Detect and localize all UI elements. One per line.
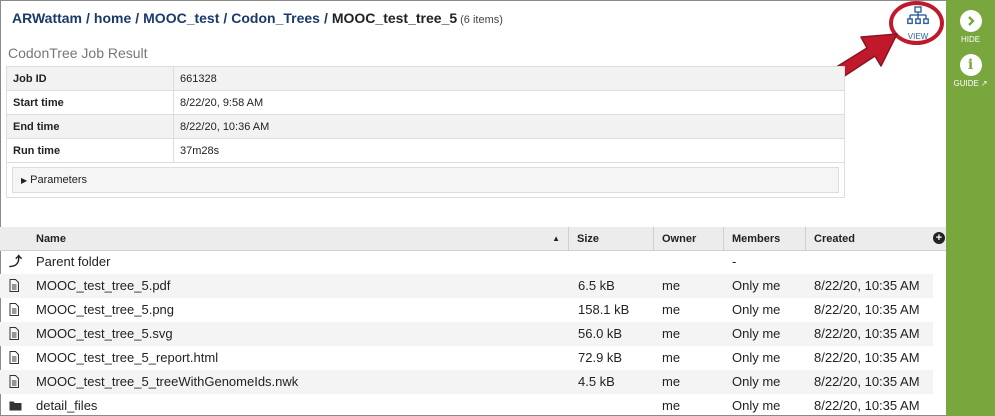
table-row[interactable]: MOOC_test_tree_5.png 158.1 kB me Only me… bbox=[0, 298, 933, 322]
add-column-icon[interactable]: + bbox=[933, 232, 945, 244]
job-info-row: Run time 37m28s bbox=[6, 138, 845, 163]
caret-right-icon: ▶ bbox=[21, 176, 28, 185]
hide-button[interactable]: HIDE bbox=[946, 10, 995, 44]
file-icon bbox=[9, 298, 23, 322]
parameters-label: Parameters bbox=[30, 174, 88, 186]
file-icon bbox=[9, 346, 23, 370]
table-row[interactable]: MOOC_test_tree_5.svg 56.0 kB me Only me … bbox=[0, 322, 933, 346]
breadcrumb-item-codon-trees[interactable]: Codon_Trees bbox=[231, 10, 320, 26]
file-created: 8/22/20, 10:35 AM bbox=[814, 278, 920, 293]
file-created: 8/22/20, 10:35 AM bbox=[814, 374, 920, 389]
file-name: MOOC_test_tree_5.png bbox=[36, 302, 175, 317]
job-info-row: Start time 8/22/20, 9:58 AM bbox=[6, 90, 845, 115]
file-icon bbox=[9, 322, 23, 346]
file-created: 8/22/20, 10:35 AM bbox=[814, 350, 920, 365]
run-time-value: 37m28s bbox=[173, 138, 845, 163]
hide-label: HIDE bbox=[960, 35, 981, 44]
column-header-name[interactable]: Name ▲ bbox=[28, 227, 569, 251]
parent-folder-members: - bbox=[732, 254, 737, 269]
folder-created: 8/22/20, 10:35 AM bbox=[814, 398, 920, 413]
file-members: Only me bbox=[732, 302, 781, 317]
file-owner: me bbox=[662, 326, 681, 341]
file-owner: me bbox=[662, 278, 681, 293]
file-owner: me bbox=[662, 302, 681, 317]
table-row[interactable]: MOOC_test_tree_5.pdf 6.5 kB me Only me 8… bbox=[0, 274, 933, 298]
parent-folder-name: Parent folder bbox=[36, 254, 111, 269]
column-header-owner-label: Owner bbox=[662, 233, 697, 245]
file-size: 6.5 kB bbox=[578, 278, 615, 293]
parent-folder-row[interactable]: ⤴ Parent folder - bbox=[0, 250, 933, 274]
job-result-title: CodonTree Job Result bbox=[8, 45, 148, 61]
breadcrumb-item-mooc-test[interactable]: MOOC_test bbox=[143, 10, 219, 26]
column-header-created[interactable]: Created bbox=[806, 227, 931, 251]
file-icon bbox=[9, 370, 23, 394]
guide-label: GUIDE bbox=[953, 79, 979, 88]
file-created: 8/22/20, 10:35 AM bbox=[814, 302, 920, 317]
column-header-size[interactable]: Size bbox=[569, 227, 654, 251]
start-time-label: Start time bbox=[6, 90, 174, 115]
right-sidebar: HIDE i GUIDE ↗ bbox=[946, 0, 995, 416]
file-icon bbox=[9, 274, 23, 298]
breadcrumb-separator: / bbox=[223, 10, 228, 26]
breadcrumb-separator: / bbox=[323, 10, 328, 26]
folder-owner: me bbox=[662, 398, 681, 413]
up-arrow-icon: ⤴ bbox=[9, 254, 23, 269]
file-size: 158.1 kB bbox=[578, 302, 630, 317]
column-header-members-label: Members bbox=[732, 233, 781, 245]
breadcrumb: ARWattam / home / MOOC_test / Codon_Trees / MOOC… bbox=[12, 10, 503, 26]
file-members: Only me bbox=[732, 350, 781, 365]
file-size: 72.9 kB bbox=[578, 350, 623, 365]
file-name: MOOC_test_tree_5.svg bbox=[36, 326, 173, 341]
file-members: Only me bbox=[732, 374, 781, 389]
job-id-value: 661328 bbox=[173, 66, 845, 91]
guide-button[interactable]: i GUIDE ↗ bbox=[946, 54, 995, 88]
file-members: Only me bbox=[732, 326, 781, 341]
file-grid-header: Name ▲ Size Owner Members Created bbox=[0, 227, 946, 251]
item-count: (6 items) bbox=[460, 14, 503, 26]
end-time-label: End time bbox=[6, 114, 174, 139]
file-created: 8/22/20, 10:35 AM bbox=[814, 326, 920, 341]
folder-icon bbox=[9, 394, 23, 416]
breadcrumb-separator: / bbox=[86, 10, 90, 26]
column-header-size-label: Size bbox=[577, 233, 600, 245]
file-members: Only me bbox=[732, 278, 781, 293]
file-name: MOOC_test_tree_5_treeWithGenomeIds.nwk bbox=[36, 374, 299, 389]
job-info-row: Job ID 661328 bbox=[6, 66, 845, 91]
info-icon: i bbox=[959, 54, 982, 76]
table-row[interactable]: detail_files me Only me 8/22/20, 10:35 A… bbox=[0, 394, 933, 416]
breadcrumb-item-user[interactable]: ARWattam bbox=[12, 10, 82, 26]
file-size: 4.5 kB bbox=[578, 374, 615, 389]
file-owner: me bbox=[662, 350, 681, 365]
breadcrumb-current-folder: MOOC_test_tree_5 bbox=[331, 10, 458, 26]
parameters-toggle[interactable]: ▶ Parameters bbox=[12, 167, 839, 193]
folder-name: detail_files bbox=[36, 398, 98, 413]
file-name: MOOC_test_tree_5_report.html bbox=[36, 350, 219, 365]
run-time-label: Run time bbox=[6, 138, 174, 163]
column-header-owner[interactable]: Owner bbox=[654, 227, 724, 251]
folder-members: Only me bbox=[732, 398, 781, 413]
job-info-row: End time 8/22/20, 10:36 AM bbox=[6, 114, 845, 139]
start-time-value: 8/22/20, 9:58 AM bbox=[173, 90, 845, 115]
parameters-panel: ▶ Parameters bbox=[6, 162, 845, 198]
end-time-value: 8/22/20, 10:36 AM bbox=[173, 114, 845, 139]
external-link-icon: ↗ bbox=[980, 79, 988, 88]
column-header-created-label: Created bbox=[814, 233, 855, 245]
sort-ascending-icon: ▲ bbox=[552, 234, 560, 243]
breadcrumb-item-home[interactable]: home bbox=[94, 10, 131, 26]
file-size: 56.0 kB bbox=[578, 326, 623, 341]
file-name: MOOC_test_tree_5.pdf bbox=[36, 278, 171, 293]
job-id-label: Job ID bbox=[6, 66, 174, 91]
column-header-name-label: Name bbox=[36, 233, 66, 245]
table-row[interactable]: MOOC_test_tree_5_treeWithGenomeIds.nwk 4… bbox=[0, 370, 933, 394]
job-info-table: Job ID 661328 Start time 8/22/20, 9:58 A… bbox=[6, 66, 845, 163]
chevron-right-icon bbox=[959, 10, 982, 32]
column-header-members[interactable]: Members bbox=[724, 227, 806, 251]
breadcrumb-separator: / bbox=[135, 10, 140, 26]
table-row[interactable]: MOOC_test_tree_5_report.html 72.9 kB me … bbox=[0, 346, 933, 370]
file-owner: me bbox=[662, 374, 681, 389]
